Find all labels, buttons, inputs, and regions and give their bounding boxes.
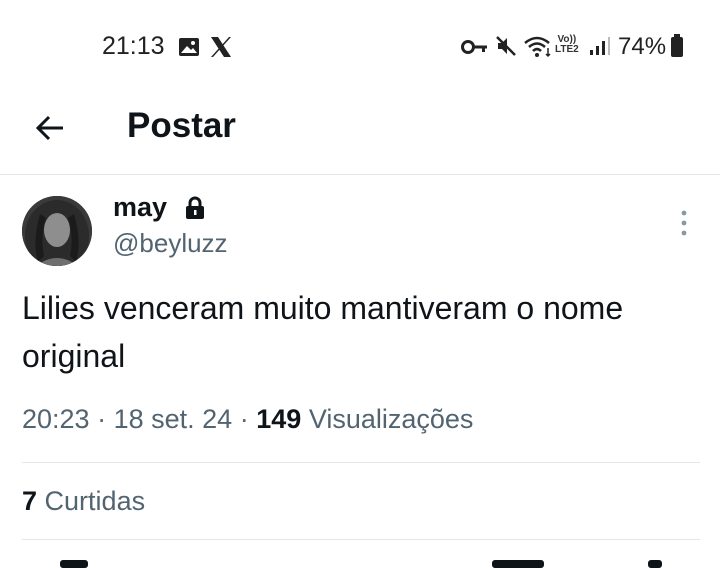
post-text: Lilies venceram muito mantiveram o nome … <box>22 290 624 374</box>
key-icon <box>461 40 487 54</box>
post-metadata: 20:23 · 18 set. 24 · 149 Visualizações <box>22 404 473 435</box>
battery-icon <box>671 34 683 57</box>
signal-icon <box>590 37 610 55</box>
likes-count: 7 <box>22 486 38 516</box>
arrow-left-icon[interactable] <box>34 112 66 144</box>
author-handle[interactable]: @beyluzz <box>113 228 228 259</box>
divider <box>22 539 700 540</box>
page-title: Postar <box>127 106 236 145</box>
post-date: 18 set. 24 <box>113 404 233 434</box>
status-time: 21:13 <box>102 32 165 60</box>
volte-label-bottom: LTE2 <box>555 44 579 55</box>
lock-icon <box>186 196 204 219</box>
avatar[interactable] <box>22 196 92 266</box>
more-options-icon[interactable] <box>676 208 692 238</box>
likes-stat[interactable]: 7 Curtidas <box>22 486 145 517</box>
x-logo-icon <box>211 37 231 57</box>
views-count: 149 <box>256 404 302 434</box>
mute-icon <box>496 36 516 56</box>
post-time: 20:23 <box>22 404 90 434</box>
meta-separator: · <box>239 404 249 434</box>
status-bar: 21:13 Vo)) LTE2 74% <box>0 0 720 90</box>
meta-separator: · <box>97 404 107 434</box>
wifi-icon <box>524 36 551 58</box>
author-display-name[interactable]: may <box>113 192 167 223</box>
top-app-bar: Postar <box>0 90 720 175</box>
likes-label: Curtidas <box>44 486 146 516</box>
image-icon <box>179 38 199 56</box>
battery-percent: 74% <box>618 33 667 60</box>
volte-indicator: Vo)) LTE2 <box>555 35 579 55</box>
divider <box>22 462 700 463</box>
views-label: Visualizações <box>308 404 474 434</box>
